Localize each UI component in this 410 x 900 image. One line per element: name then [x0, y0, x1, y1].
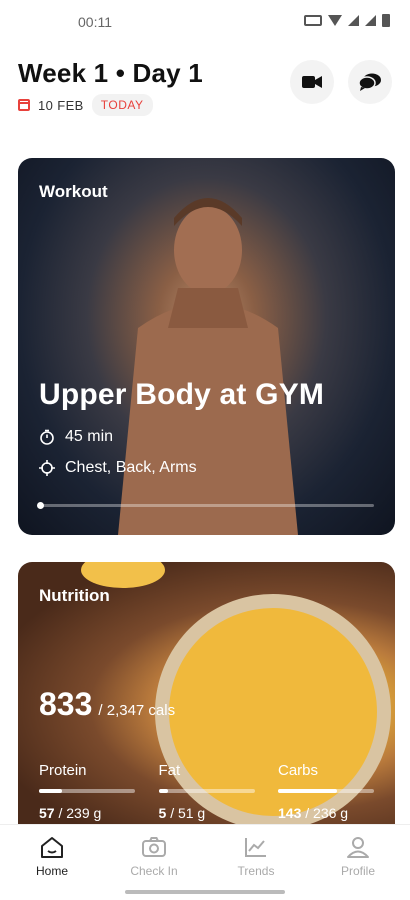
workout-label: Workout	[39, 182, 108, 201]
macro-value: 143	[278, 805, 302, 821]
macro-bar-fill	[39, 789, 63, 793]
macro-name: Protein	[39, 762, 87, 779]
nutrition-label: Nutrition	[39, 586, 110, 605]
battery-icon	[382, 14, 390, 27]
page-title: Week 1 • Day 1	[18, 58, 203, 88]
workout-muscles: Chest, Back, Arms	[65, 459, 197, 476]
calories-summary: 833 / 2,347 cals	[39, 686, 175, 723]
macro-bar	[158, 789, 255, 793]
macro-bar	[278, 789, 374, 793]
nav-item-check-in[interactable]: Check In	[114, 835, 194, 878]
video-call-button[interactable]	[290, 60, 334, 104]
macro-name: Fat	[158, 762, 181, 779]
home-indicator	[125, 890, 285, 894]
nav-item-profile[interactable]: Profile	[318, 835, 398, 878]
video-icon	[302, 76, 322, 88]
calendar-icon	[18, 99, 30, 111]
nav-item-home[interactable]: Home	[12, 835, 92, 878]
macro-value: 5	[158, 805, 167, 821]
camera-icon	[142, 837, 166, 857]
nav-label: Check In	[130, 864, 178, 878]
bottom-nav: Home Check In Trends Profile	[0, 824, 410, 900]
chart-icon	[245, 838, 266, 857]
nav-item-trends[interactable]: Trends	[216, 835, 296, 878]
macro-bar-fill	[158, 789, 169, 793]
workout-card[interactable]: Workout Upper Body at GYM 45 min Chest, …	[18, 158, 395, 535]
chat-button[interactable]	[348, 60, 392, 104]
macro-protein: Protein 57 / 239 g	[39, 762, 135, 821]
macro-carbs: Carbs 143 / 236 g	[278, 762, 374, 821]
date-text: 10 FEB	[38, 97, 84, 113]
macro-bar-fill	[278, 789, 337, 793]
macro-bar	[39, 789, 135, 793]
timer-icon	[40, 429, 54, 445]
calories-target: / 2,347 cals	[98, 702, 176, 719]
user-icon	[347, 837, 369, 858]
workout-duration: 45 min	[65, 428, 114, 445]
macro-target: / 51 g	[170, 805, 206, 821]
target-icon	[39, 460, 55, 476]
macro-value: 57	[39, 805, 55, 821]
macro-name: Carbs	[278, 762, 319, 779]
muscles-row: Chest, Back, Arms	[39, 459, 197, 477]
workout-title: Upper Body at GYM	[39, 378, 325, 411]
macros: Protein 57 / 239 g Fat 5 / 51 g Carbs 14…	[39, 762, 374, 821]
nutrition-card[interactable]: Nutrition 833 / 2,347 cals Protein 57 / …	[18, 562, 395, 824]
status-time: 00:11	[78, 14, 112, 30]
header: Week 1 • Day 1 10 FEB TODAY	[18, 58, 392, 118]
signal-icon-2	[365, 15, 376, 26]
nfc-icon	[304, 15, 322, 26]
nav-label: Trends	[237, 864, 275, 878]
duration-row: 45 min	[39, 428, 113, 446]
macro-target: / 239 g	[58, 805, 102, 821]
macro-target: / 236 g	[305, 805, 349, 821]
today-badge[interactable]: TODAY	[91, 94, 153, 116]
status-icons	[304, 14, 390, 27]
nav-label: Profile	[340, 864, 375, 878]
date-row: 10 FEB TODAY	[18, 94, 153, 116]
nav-label: Home	[35, 864, 68, 878]
macro-fat: Fat 5 / 51 g	[158, 762, 255, 821]
workout-progress-dot	[37, 502, 44, 509]
status-bar: 00:11	[0, 0, 410, 44]
signal-icon	[348, 15, 359, 26]
home-icon	[41, 837, 63, 858]
calories-eaten: 833	[39, 686, 93, 722]
chat-icon	[358, 73, 381, 91]
workout-progress	[37, 502, 374, 509]
athlete-image	[118, 198, 298, 535]
wifi-icon	[328, 15, 342, 26]
